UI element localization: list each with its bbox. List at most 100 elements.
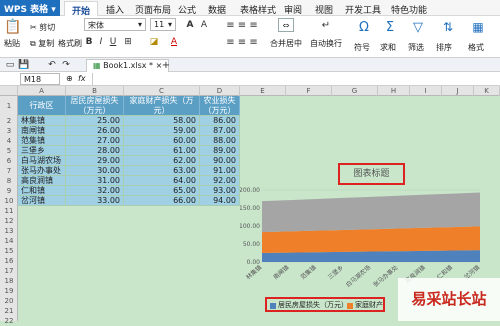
table-cell[interactable]: 林集镇 [18, 116, 66, 126]
table-cell[interactable]: 90.00 [200, 156, 240, 166]
table-cell[interactable]: 三堡乡 [18, 146, 66, 156]
table-cell[interactable]: 28.00 [66, 146, 124, 156]
row-header[interactable]: 4 [0, 136, 18, 146]
row-header[interactable]: 10 [0, 196, 18, 206]
align-top-icon[interactable]: ≡ ≡ ≡ [222, 19, 262, 31]
name-box[interactable]: M18 [20, 73, 60, 85]
tab-review[interactable]: 审阅 [277, 1, 309, 16]
table-cell[interactable]: 29.00 [66, 156, 124, 166]
border-icon[interactable]: ⊞ [122, 36, 134, 48]
formula-input[interactable] [92, 73, 497, 85]
row-header[interactable]: 5 [0, 146, 18, 156]
table-cell[interactable]: 27.00 [66, 136, 124, 146]
column-header[interactable]: F [286, 86, 332, 96]
table-cell[interactable]: 88.00 [200, 136, 240, 146]
symbol-icon[interactable]: Ω [356, 18, 372, 36]
table-cell[interactable]: 65.00 [124, 186, 200, 196]
zoom-icon[interactable]: ⊕ [66, 74, 73, 83]
row-header[interactable]: 9 [0, 186, 18, 196]
row-header[interactable]: 19 [0, 286, 18, 296]
table-cell[interactable]: 63.00 [124, 166, 200, 176]
symbol-button[interactable]: 符号 [354, 42, 370, 53]
sort-icon[interactable]: ⇅ [440, 18, 456, 36]
table-cell[interactable]: 86.00 [200, 116, 240, 126]
table-cell[interactable]: 仁和镇 [18, 186, 66, 196]
tab-start[interactable]: 开始 [64, 1, 99, 17]
undo-icon[interactable]: ↶ [46, 59, 58, 71]
column-header[interactable]: C [124, 86, 200, 96]
format-painter-button[interactable]: 格式刷 [58, 38, 82, 49]
table-header-cell[interactable]: 家庭财产损失（万元） [124, 96, 200, 116]
row-header[interactable]: 3 [0, 126, 18, 136]
font-name-select[interactable]: 宋体 ▾ [84, 18, 146, 31]
table-cell[interactable]: 30.00 [66, 166, 124, 176]
table-cell[interactable]: 31.00 [66, 176, 124, 186]
table-header-cell[interactable]: 居民房屋损失（万元） [66, 96, 124, 116]
new-doc-icon[interactable]: ▭ [4, 59, 16, 71]
filter-button[interactable]: 筛选 [408, 42, 424, 53]
chart-legend[interactable]: 居民房屋损失（万元） 家庭财产 [265, 297, 385, 312]
wrap-icon[interactable]: ↵ [318, 18, 334, 32]
auto-wrap-button[interactable]: 自动换行 [310, 38, 342, 49]
table-cell[interactable]: 89.00 [200, 146, 240, 156]
filter-icon[interactable]: ▽ [410, 18, 426, 36]
column-header[interactable]: D [200, 86, 240, 96]
table-cell[interactable]: 60.00 [124, 136, 200, 146]
italic-icon[interactable]: I [96, 36, 106, 48]
table-cell[interactable]: 64.00 [124, 176, 200, 186]
row-header[interactable]: 20 [0, 296, 18, 306]
document-tab[interactable]: ▦ Book1.xlsx * × [86, 59, 170, 72]
table-cell[interactable]: 范集镇 [18, 136, 66, 146]
column-header[interactable]: G [332, 86, 378, 96]
row-header[interactable]: 14 [0, 236, 18, 246]
column-header[interactable]: K [474, 86, 500, 96]
sum-button[interactable]: 求和 [380, 42, 396, 53]
tab-formula[interactable]: 公式 [171, 1, 203, 16]
merge-icon[interactable]: ⇔ [278, 18, 294, 32]
table-header-cell[interactable]: 行政区 [18, 96, 66, 116]
row-header[interactable]: 6 [0, 156, 18, 166]
row-header[interactable]: 17 [0, 266, 18, 276]
row-header[interactable]: 21 [0, 306, 18, 316]
tab-developer[interactable]: 开发工具 [338, 1, 388, 16]
table-cell[interactable]: 59.00 [124, 126, 200, 136]
table-cell[interactable]: 高良涧镇 [18, 176, 66, 186]
table-header-cell[interactable]: 农业损失（万元） [200, 96, 240, 116]
row-header[interactable]: 11 [0, 206, 18, 216]
sort-button[interactable]: 排序 [436, 42, 452, 53]
sum-icon[interactable]: Σ [382, 18, 398, 36]
redo-icon[interactable]: ↷ [60, 59, 72, 71]
row-header[interactable]: 8 [0, 176, 18, 186]
app-menu-button[interactable]: WPS 表格 ▾ [0, 0, 60, 16]
save-icon[interactable]: 💾 [18, 59, 30, 71]
cut-button[interactable]: ✂ 剪切 [30, 22, 55, 33]
tab-view[interactable]: 视图 [308, 1, 340, 16]
row-header[interactable]: 1 [0, 96, 18, 116]
row-header[interactable]: 22 [0, 316, 18, 326]
table-cell[interactable]: 岔河镇 [18, 196, 66, 206]
table-cell[interactable]: 93.00 [200, 186, 240, 196]
column-header[interactable]: A [18, 86, 66, 96]
row-header[interactable]: 15 [0, 246, 18, 256]
table-cell[interactable]: 33.00 [66, 196, 124, 206]
format-button[interactable]: 格式 [468, 42, 484, 53]
table-cell[interactable]: 66.00 [124, 196, 200, 206]
underline-icon[interactable]: U [108, 36, 118, 48]
fx-button[interactable]: fx [78, 74, 86, 83]
tab-special[interactable]: 特色功能 [384, 1, 434, 16]
tab-data[interactable]: 数据 [201, 1, 233, 16]
row-header[interactable]: 16 [0, 256, 18, 266]
select-all-corner[interactable] [0, 86, 18, 96]
table-cell[interactable]: 92.00 [200, 176, 240, 186]
tab-insert[interactable]: 插入 [99, 1, 131, 16]
table-cell[interactable]: 91.00 [200, 166, 240, 176]
table-cell[interactable]: 87.00 [200, 126, 240, 136]
font-grow-icon[interactable]: A [184, 19, 196, 31]
column-header[interactable]: I [410, 86, 442, 96]
table-cell[interactable]: 94.00 [200, 196, 240, 206]
add-tab-icon[interactable]: + [160, 59, 172, 71]
column-header[interactable]: H [378, 86, 410, 96]
row-header[interactable]: 18 [0, 276, 18, 286]
row-header[interactable]: 7 [0, 166, 18, 176]
column-header[interactable]: B [66, 86, 124, 96]
